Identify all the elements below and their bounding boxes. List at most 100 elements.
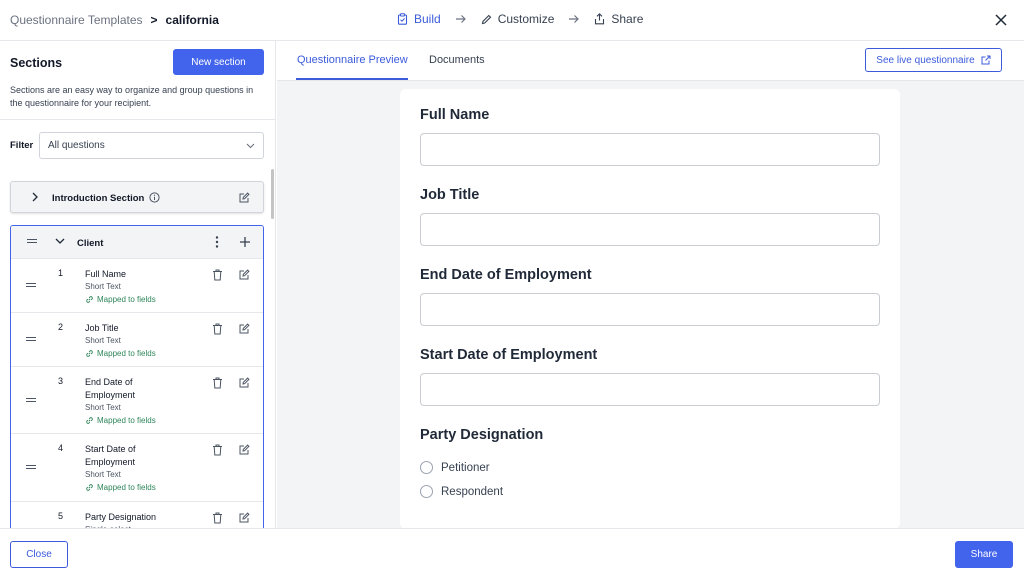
mapped-status: Mapped to fields — [85, 349, 156, 358]
close-button[interactable]: Close — [10, 541, 68, 568]
field-label: Start Date of Employment — [420, 347, 598, 363]
mapped-status: Mapped to fields — [85, 483, 156, 492]
question-item[interactable]: 2 Job Title Short Text Mapped to fields — [11, 313, 263, 367]
field-label: End Date of Employment — [420, 267, 592, 283]
step-nav: Build Customize Share — [397, 12, 643, 26]
tab-questionnaire-preview[interactable]: Questionnaire Preview — [297, 54, 408, 66]
question-title: Start Date of Employment — [85, 444, 136, 467]
new-section-button[interactable]: New section — [173, 49, 264, 75]
drag-handle-icon[interactable] — [26, 335, 36, 343]
mapped-status-label: Mapped to fields — [97, 295, 156, 304]
preview-panel: Questionnaire Preview Documents See live… — [277, 41, 1024, 528]
divider — [0, 119, 275, 120]
edit-icon[interactable] — [239, 192, 250, 203]
mapped-status-label: Mapped to fields — [97, 483, 156, 492]
question-item[interactable]: 4 Start Date of Employment Short Text Ma… — [11, 434, 263, 502]
trash-icon[interactable] — [212, 377, 223, 389]
more-options-icon[interactable] — [212, 235, 222, 249]
external-link-icon — [981, 55, 991, 65]
section-client-header[interactable]: Client — [11, 226, 263, 259]
field-label: Party Designation — [420, 427, 544, 443]
see-live-questionnaire-button[interactable]: See live questionnaire — [865, 48, 1002, 72]
radio-button[interactable] — [420, 461, 433, 474]
link-icon — [85, 416, 94, 425]
share-button[interactable]: Share — [955, 541, 1013, 568]
filter-select-value: All questions — [48, 140, 105, 151]
preview-tabs: Questionnaire Preview Documents See live… — [277, 41, 1024, 81]
end-date-input[interactable] — [420, 293, 880, 326]
question-item[interactable]: 1 Full Name Short Text Mapped to fields — [11, 259, 263, 313]
trash-icon[interactable] — [212, 269, 223, 281]
section-introduction[interactable]: Introduction Section — [10, 181, 264, 213]
top-bar: Questionnaire Templates > california Bui… — [0, 0, 1024, 41]
link-icon — [85, 483, 94, 492]
breadcrumb-current: california — [165, 13, 219, 27]
section-introduction-label: Introduction Section — [52, 193, 145, 204]
link-icon — [85, 349, 94, 358]
arrow-right-icon — [568, 14, 580, 24]
section-client: Client 1 Full Name Short Text Mapped to … — [10, 225, 264, 528]
questionnaire-form: Full Name Job Title End Date of Employme… — [400, 89, 900, 528]
drag-handle-icon[interactable] — [26, 463, 36, 471]
add-question-icon[interactable] — [238, 235, 252, 249]
question-title: Job Title — [85, 323, 119, 333]
trash-icon[interactable] — [212, 323, 223, 335]
question-type: Short Text — [85, 336, 121, 345]
question-number: 3 — [58, 376, 64, 386]
sections-panel: Sections New section Sections are an eas… — [0, 41, 276, 528]
question-item[interactable]: 3 End Date of Employment Short Text Mapp… — [11, 367, 263, 434]
close-icon[interactable] — [992, 11, 1010, 29]
question-title: End Date of Employment — [85, 377, 136, 400]
step-customize[interactable]: Customize — [481, 12, 555, 26]
chevron-down-icon — [246, 143, 255, 149]
see-live-questionnaire-label: See live questionnaire — [876, 54, 975, 66]
section-client-label: Client — [77, 238, 104, 249]
filter-select[interactable]: All questions — [39, 132, 264, 159]
step-customize-label: Customize — [497, 12, 555, 26]
drag-handle-icon[interactable] — [27, 237, 37, 245]
breadcrumb-parent-link[interactable]: Questionnaire Templates — [10, 13, 143, 27]
question-number: 1 — [58, 268, 64, 278]
radio-option-petitioner[interactable]: Petitioner — [420, 461, 490, 474]
scrollbar-thumb[interactable] — [271, 169, 274, 219]
step-share[interactable]: Share — [594, 12, 643, 26]
drag-handle-icon[interactable] — [26, 396, 36, 404]
edit-icon[interactable] — [239, 377, 250, 388]
trash-icon[interactable] — [212, 512, 223, 524]
chevron-down-icon[interactable] — [55, 237, 65, 245]
start-date-input[interactable] — [420, 373, 880, 406]
breadcrumb-separator: > — [150, 13, 158, 27]
footer-bar: Close Share — [0, 528, 1024, 576]
question-number: 4 — [58, 443, 64, 453]
question-title: Party Designation — [85, 512, 157, 522]
clipboard-icon — [397, 13, 408, 25]
drag-handle-icon[interactable] — [26, 281, 36, 289]
edit-icon[interactable] — [239, 269, 250, 280]
question-type: Short Text — [85, 403, 121, 412]
edit-icon[interactable] — [239, 323, 250, 334]
question-item[interactable]: 5 Party Designation Single-select — [11, 502, 263, 528]
question-title: Full Name — [85, 269, 127, 279]
question-number: 2 — [58, 322, 64, 332]
radio-button[interactable] — [420, 485, 433, 498]
tab-documents[interactable]: Documents — [429, 54, 485, 66]
radio-option-respondent[interactable]: Respondent — [420, 485, 503, 498]
trash-icon[interactable] — [212, 444, 223, 456]
radio-option-label: Respondent — [441, 485, 504, 498]
edit-icon[interactable] — [239, 444, 250, 455]
share-icon — [594, 13, 605, 25]
link-icon — [85, 295, 94, 304]
chevron-right-icon[interactable] — [31, 192, 39, 202]
job-title-input[interactable] — [420, 213, 880, 246]
full-name-input[interactable] — [420, 133, 880, 166]
question-type: Short Text — [85, 470, 121, 479]
step-build[interactable]: Build — [397, 12, 441, 26]
mapped-status: Mapped to fields — [85, 295, 156, 304]
question-number: 5 — [58, 511, 64, 521]
info-icon[interactable] — [149, 192, 160, 203]
mapped-status: Mapped to fields — [85, 416, 156, 425]
edit-icon[interactable] — [239, 512, 250, 523]
field-label: Full Name — [420, 107, 490, 123]
radio-option-label: Petitioner — [441, 461, 490, 474]
field-label: Job Title — [420, 187, 480, 203]
